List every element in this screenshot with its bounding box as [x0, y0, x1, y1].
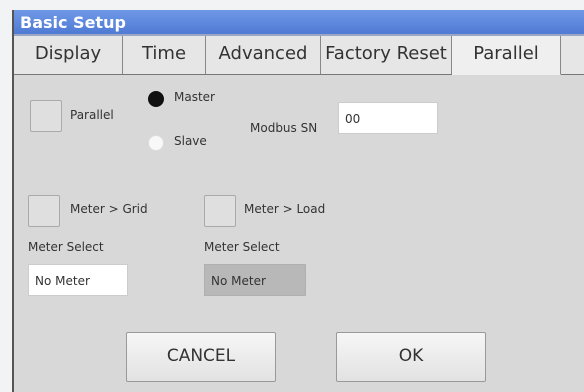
tab-factory-reset[interactable]: Factory Reset: [321, 36, 452, 74]
tab-display[interactable]: Display: [14, 36, 123, 74]
modbus-sn-label: Modbus SN: [250, 121, 318, 135]
meter-grid-select-label: Meter Select: [28, 240, 104, 254]
master-radio[interactable]: [148, 91, 164, 107]
tab-bar: Display Time Advanced Factory Reset Para…: [14, 34, 584, 75]
ok-button[interactable]: OK: [336, 332, 486, 382]
modbus-sn-input[interactable]: 00: [338, 102, 438, 134]
cancel-button[interactable]: CANCEL: [126, 332, 276, 382]
basic-setup-window: Basic Setup Display Time Advanced Factor…: [12, 10, 584, 392]
meter-grid-checkbox[interactable]: [28, 195, 60, 227]
parallel-label: Parallel: [70, 108, 114, 122]
master-label: Master: [174, 90, 215, 104]
tab-parallel[interactable]: Parallel: [452, 36, 561, 75]
tab-advanced[interactable]: Advanced: [206, 36, 321, 74]
meter-grid-select[interactable]: No Meter: [28, 264, 128, 296]
slave-label: Slave: [174, 134, 207, 148]
meter-load-select-label: Meter Select: [204, 240, 280, 254]
title-bar: Basic Setup: [14, 10, 584, 36]
parallel-checkbox[interactable]: [30, 100, 62, 132]
meter-grid-label: Meter > Grid: [70, 202, 148, 216]
slave-radio[interactable]: [148, 135, 164, 151]
window-title: Basic Setup: [20, 13, 126, 32]
meter-load-checkbox[interactable]: [204, 195, 236, 227]
tab-time[interactable]: Time: [123, 36, 206, 74]
meter-load-select: No Meter: [204, 264, 306, 296]
meter-load-label: Meter > Load: [244, 202, 326, 216]
